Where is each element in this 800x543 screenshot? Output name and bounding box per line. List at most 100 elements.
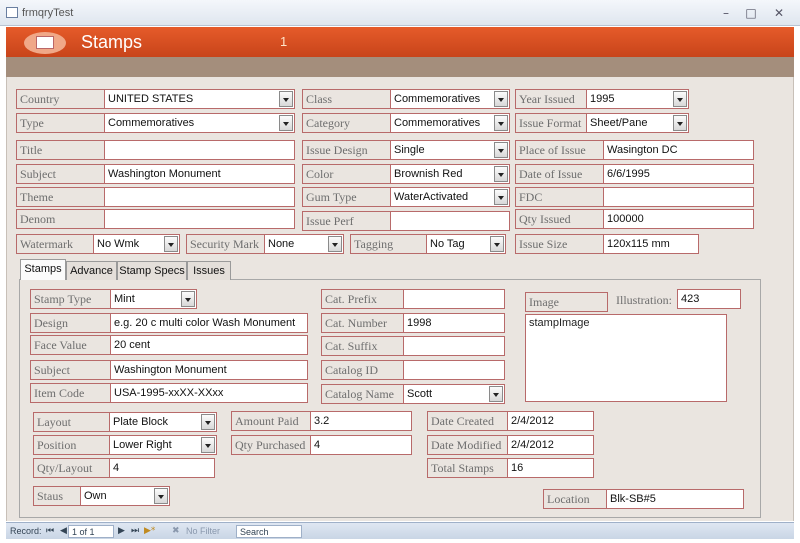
cat-number-input[interactable]: 1998 (403, 313, 505, 333)
year-issued-combo[interactable]: 1995 (586, 89, 689, 109)
position-combo[interactable]: Lower Right (109, 435, 217, 455)
new-record-icon[interactable]: ▶* (144, 525, 155, 538)
gum-type-label: Gum Type (302, 187, 391, 207)
staus-value: Own (84, 490, 107, 502)
close-icon[interactable]: ✕ (769, 5, 789, 21)
location-input[interactable]: Blk-SB#5 (606, 489, 744, 509)
position-value: Lower Right (113, 439, 172, 451)
face-value-input[interactable]: 20 cent (110, 335, 308, 355)
chevron-down-icon[interactable] (164, 236, 178, 252)
total-stamps-input[interactable]: 16 (507, 458, 594, 478)
stamp-image-placeholder: stampImage (529, 317, 590, 329)
chevron-down-icon[interactable] (494, 189, 508, 205)
issue-size-input[interactable]: 120x115 mm (603, 234, 699, 254)
first-record-icon[interactable]: ⏮ (46, 525, 54, 538)
chevron-down-icon[interactable] (201, 437, 215, 453)
watermark-value: No Wmk (97, 238, 140, 250)
chevron-down-icon[interactable] (673, 91, 687, 107)
cat-suffix-input[interactable] (403, 336, 505, 356)
current-record-input[interactable]: 1 of 1 (68, 525, 114, 538)
chevron-down-icon[interactable] (673, 115, 687, 131)
chevron-down-icon[interactable] (328, 236, 342, 252)
layout-combo[interactable]: Plate Block (109, 412, 217, 432)
color-combo[interactable]: Brownish Red (390, 164, 510, 184)
issue-design-combo[interactable]: Single (390, 140, 510, 160)
illustration-input[interactable]: 423 (677, 289, 741, 309)
color-value: Brownish Red (394, 168, 463, 180)
issue-format-label: Issue Format (515, 113, 587, 133)
fdc-label: FDC (515, 187, 604, 207)
design-input[interactable]: e.g. 20 c multi color Wash Monument (110, 313, 308, 333)
theme-input[interactable] (104, 187, 295, 207)
chevron-down-icon[interactable] (181, 291, 195, 307)
maximize-icon[interactable]: □ (741, 5, 761, 21)
subject-input[interactable]: Washington Monument (104, 164, 295, 184)
no-filter-button[interactable]: No Filter (186, 525, 220, 538)
tagging-label: Tagging (350, 234, 427, 254)
chevron-down-icon[interactable] (490, 236, 504, 252)
tab-stamp-specs[interactable]: Stamp Specs (117, 261, 187, 280)
cat-number-label: Cat. Number (321, 313, 404, 333)
security-mark-value: None (268, 238, 295, 250)
qty-issued-input[interactable]: 100000 (603, 209, 754, 229)
filter-icon[interactable]: ✖ (172, 525, 180, 538)
amount-paid-input[interactable]: 3.2 (310, 411, 412, 431)
chevron-down-icon[interactable] (201, 414, 215, 430)
denom-input[interactable] (104, 209, 295, 229)
date-modified-input[interactable]: 2/4/2012 (507, 435, 594, 455)
catalog-id-input[interactable] (403, 360, 505, 380)
search-input[interactable]: Search (236, 525, 302, 538)
chevron-down-icon[interactable] (494, 91, 508, 107)
tab-issues[interactable]: Issues (187, 261, 231, 280)
type-combo[interactable]: Commemoratives (104, 113, 295, 133)
chevron-down-icon[interactable] (279, 91, 293, 107)
chevron-down-icon[interactable] (494, 142, 508, 158)
chevron-down-icon[interactable] (494, 166, 508, 182)
tab-advance[interactable]: Advance (66, 261, 117, 280)
title-label: Title (16, 140, 105, 160)
chevron-down-icon[interactable] (489, 386, 503, 402)
record-label: Record: (10, 526, 42, 536)
staus-combo[interactable]: Own (80, 486, 170, 506)
qty-purchased-input[interactable]: 4 (310, 435, 412, 455)
stamp-type-combo[interactable]: Mint (110, 289, 197, 309)
date-created-input[interactable]: 2/4/2012 (507, 411, 594, 431)
minimize-icon[interactable]: – (716, 5, 736, 21)
item-code-input[interactable]: USA-1995-xxXX-XXxx (110, 383, 308, 403)
form-icon (6, 7, 18, 18)
chevron-down-icon[interactable] (279, 115, 293, 131)
chevron-down-icon[interactable] (494, 115, 508, 131)
class-combo[interactable]: Commemoratives (390, 89, 510, 109)
title-input[interactable] (104, 140, 295, 160)
stamp-image-frame[interactable]: stampImage (525, 314, 727, 402)
cat-suffix-label: Cat. Suffix (321, 336, 404, 356)
stamp-subject-input[interactable]: Washington Monument (110, 360, 308, 380)
country-combo[interactable]: UNITED STATES (104, 89, 295, 109)
category-label: Category (302, 113, 391, 133)
issue-format-combo[interactable]: Sheet/Pane (586, 113, 689, 133)
fdc-input[interactable] (603, 187, 754, 207)
place-of-issue-input[interactable]: Wasington DC (603, 140, 754, 160)
tab-stamps[interactable]: Stamps (20, 259, 66, 280)
previous-record-icon[interactable]: ◀ (60, 525, 67, 538)
stamp-type-value: Mint (114, 293, 135, 305)
gum-type-combo[interactable]: WaterActivated (390, 187, 510, 207)
next-record-icon[interactable]: ▶ (118, 525, 125, 538)
window-title: frmqryTest (22, 7, 74, 19)
last-record-icon[interactable]: ⏭ (131, 525, 139, 538)
issue-perf-input[interactable] (390, 211, 510, 231)
cat-prefix-input[interactable] (403, 289, 505, 309)
security-mark-combo[interactable]: None (264, 234, 344, 254)
qty-purchased-label: Qty Purchased (231, 435, 311, 455)
issue-format-value: Sheet/Pane (590, 117, 648, 129)
chevron-down-icon[interactable] (154, 488, 168, 504)
design-label: Design (30, 313, 111, 333)
catalog-name-combo[interactable]: Scott (403, 384, 505, 404)
tagging-combo[interactable]: No Tag (426, 234, 506, 254)
date-of-issue-input[interactable]: 6/6/1995 (603, 164, 754, 184)
qty-layout-input[interactable]: 4 (109, 458, 215, 478)
face-value-label: Face Value (30, 335, 111, 355)
category-combo[interactable]: Commemoratives (390, 113, 510, 133)
amount-paid-label: Amount Paid (231, 411, 311, 431)
watermark-combo[interactable]: No Wmk (93, 234, 180, 254)
